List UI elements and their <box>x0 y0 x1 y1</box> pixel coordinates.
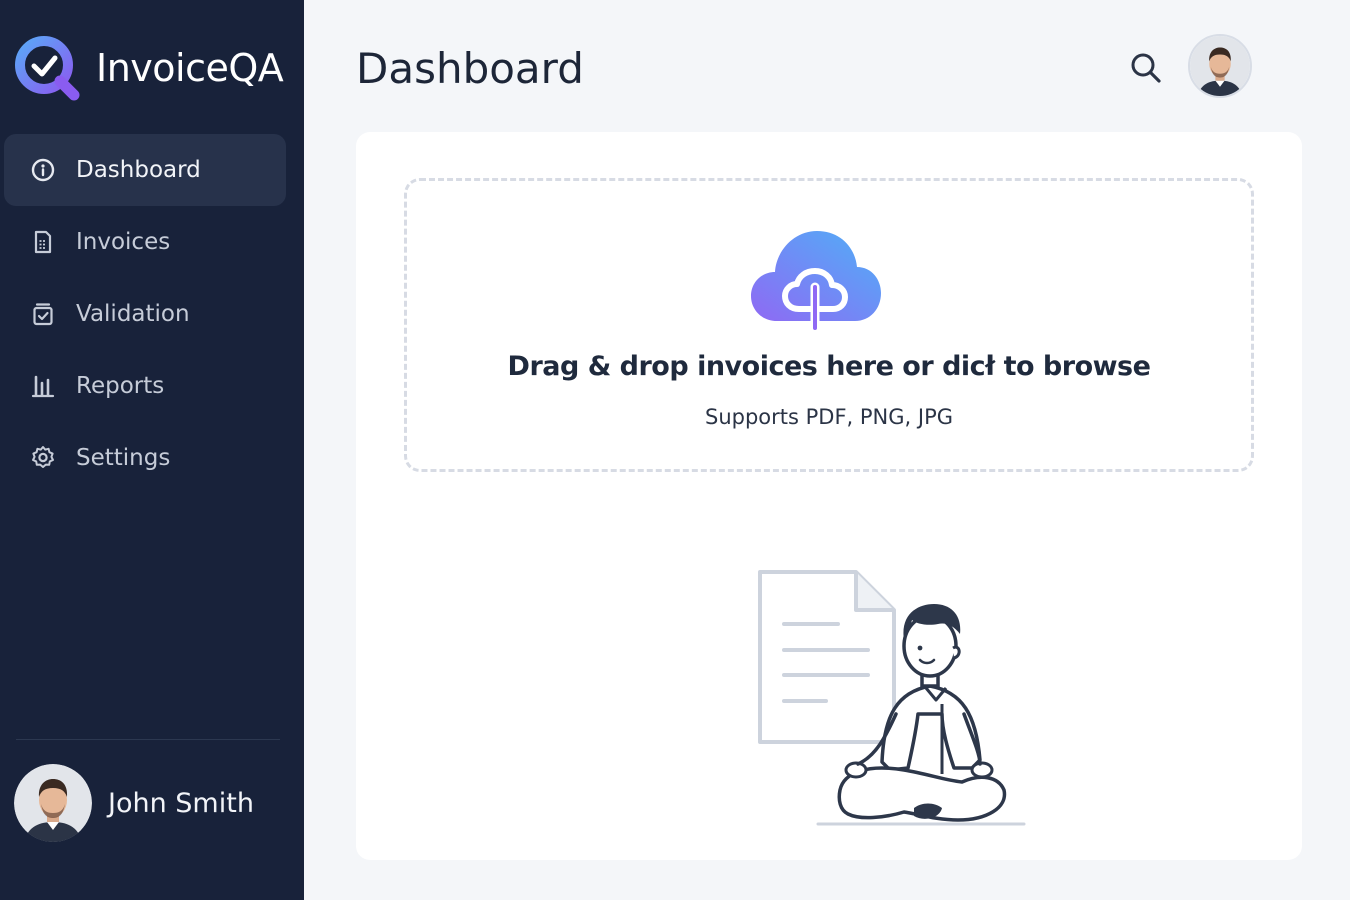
cloud-upload-icon <box>751 231 881 333</box>
gear-icon <box>28 443 58 473</box>
sidebar-nav: Dashboard Invoices Validation Reports Se… <box>4 134 286 494</box>
invoice-icon <box>28 227 58 257</box>
search-icon <box>1131 53 1161 83</box>
user-profile[interactable]: John Smith <box>14 764 254 842</box>
sidebar-item-settings[interactable]: Settings <box>4 422 286 494</box>
search-button[interactable] <box>1126 48 1166 88</box>
main-content: Dashboard Drag & drop invoices here or d… <box>304 0 1350 900</box>
sidebar-divider <box>16 739 280 740</box>
invoice-dropzone[interactable]: Drag & drop invoices here or dicł to bro… <box>404 178 1254 472</box>
sidebar-item-validation[interactable]: Validation <box>4 278 286 350</box>
avatar <box>1190 36 1250 96</box>
header-avatar[interactable] <box>1188 34 1252 98</box>
sidebar-item-label: Dashboard <box>76 157 201 183</box>
page-title: Dashboard <box>356 44 584 93</box>
upload-card: Drag & drop invoices here or dicł to bro… <box>356 132 1302 860</box>
dropzone-title: Drag & drop invoices here or dicł to bro… <box>507 351 1151 382</box>
empty-state-illustration <box>758 570 1026 826</box>
brand[interactable]: InvoiceQA <box>14 34 284 102</box>
sidebar-item-label: Validation <box>76 301 190 327</box>
sidebar-item-label: Reports <box>76 373 165 399</box>
brand-name: InvoiceQA <box>96 46 284 90</box>
sidebar-item-reports[interactable]: Reports <box>4 350 286 422</box>
bar-chart-icon <box>28 371 58 401</box>
invoiceqa-logo-icon <box>15 36 80 101</box>
avatar <box>14 764 92 842</box>
dropzone-subtitle: Supports PDF, PNG, JPG <box>704 405 954 429</box>
validation-icon <box>28 299 58 329</box>
sidebar: InvoiceQA Dashboard Invoices Validation <box>0 0 304 900</box>
sidebar-item-label: Invoices <box>76 229 171 255</box>
sidebar-item-dashboard[interactable]: Dashboard <box>4 134 286 206</box>
dashboard-icon <box>28 155 58 185</box>
user-name: John Smith <box>108 787 254 819</box>
app-shell: InvoiceQA Dashboard Invoices Validation <box>0 0 1350 900</box>
sidebar-item-label: Settings <box>76 445 171 471</box>
sidebar-item-invoices[interactable]: Invoices <box>4 206 286 278</box>
